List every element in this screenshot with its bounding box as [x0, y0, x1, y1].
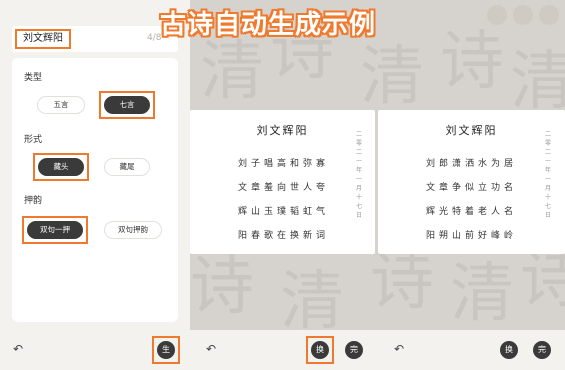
- swap-button[interactable]: 换: [500, 341, 518, 359]
- option-rhyme-double[interactable]: 双句押韵: [104, 221, 162, 239]
- done-button[interactable]: 完: [345, 341, 363, 359]
- poem-line: 文章羞向世人夸: [238, 183, 330, 193]
- done-button[interactable]: 完: [533, 341, 551, 359]
- section-label-rhyme: 押韵: [24, 196, 43, 206]
- poem-card: 刘文辉阳 刘子唱高和弥寡 文章羞向世人夸 辉山玉璞韬虹气 阳春歌在换新词 二零二…: [190, 110, 375, 254]
- poem-date: 二零二一年 一月 十七日: [544, 131, 551, 219]
- poem-title: 刘文辉阳: [445, 124, 498, 137]
- section-label-form: 形式: [24, 135, 43, 145]
- title-input[interactable]: 刘文辉阳: [15, 29, 71, 49]
- option-acrostic-tail[interactable]: 藏尾: [104, 158, 150, 176]
- undo-icon[interactable]: ↶: [206, 342, 216, 356]
- highlight-box: [99, 91, 155, 119]
- banner-title: 古诗自动生成示例: [160, 10, 377, 40]
- poem-line: 辉山玉璞韬虹气: [238, 207, 330, 217]
- highlight-box: [152, 336, 180, 364]
- settings-panel: 刘文辉阳 4/8 类型 五言 七言 形式 藏头 藏尾 押韵 双句一押 双句押韵 …: [0, 0, 190, 370]
- top-toolbar: [487, 5, 559, 25]
- poem-card: 刘文辉阳 刘郎潇洒水为居 文章争似立功名 辉光特着老人名 阳朔山前好峰岭 二零二…: [378, 110, 565, 254]
- highlight-box: [22, 216, 88, 244]
- undo-icon[interactable]: ↶: [394, 342, 404, 356]
- poem-line: 刘郎潇洒水为居: [426, 159, 518, 169]
- poem-line: 阳朔山前好峰岭: [426, 231, 518, 241]
- highlight-box: [33, 153, 89, 181]
- poem-line: 文章争似立功名: [426, 183, 518, 193]
- poem-date: 二零二一年 一月 十七日: [355, 131, 362, 219]
- poem-line: 阳春歌在换新词: [238, 231, 330, 241]
- poem-line: 辉光特着老人名: [426, 207, 518, 217]
- highlight-box: [306, 336, 334, 364]
- poem-title: 刘文辉阳: [256, 124, 309, 137]
- undo-icon[interactable]: ↶: [13, 342, 23, 356]
- top-icon[interactable]: [487, 5, 507, 25]
- poem-line: 刘子唱高和弥寡: [238, 159, 330, 169]
- top-icon[interactable]: [539, 5, 559, 25]
- top-icon[interactable]: [513, 5, 533, 25]
- option-five-char[interactable]: 五言: [37, 96, 85, 114]
- section-label-type: 类型: [24, 73, 43, 83]
